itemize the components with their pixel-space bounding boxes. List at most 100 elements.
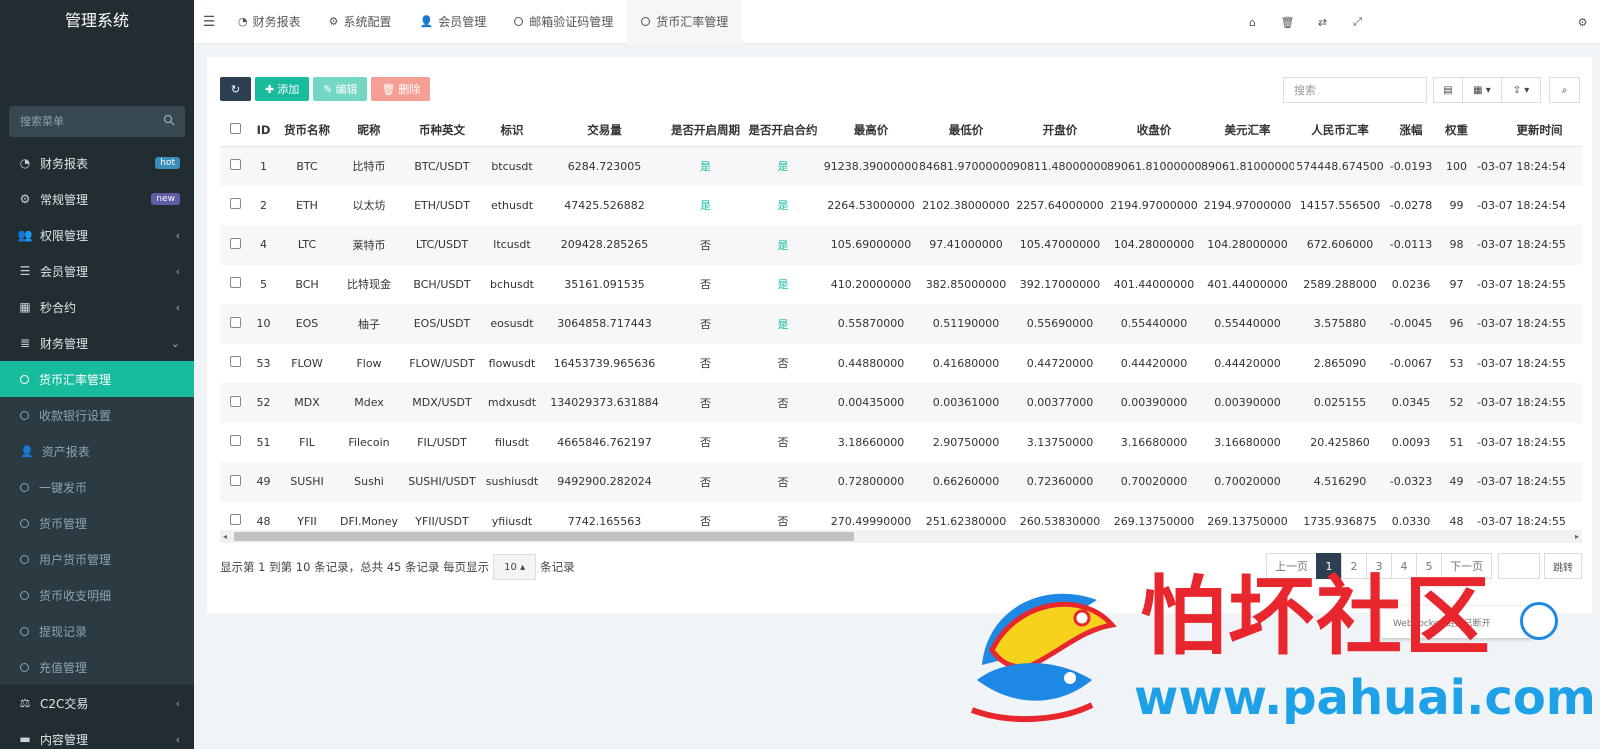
toggle-view-button[interactable]: ▤ [1433,77,1463,103]
tab-members[interactable]: 👤 会员管理 [406,0,501,44]
row-checkbox[interactable] [229,356,241,368]
column-header[interactable]: 最低价 [919,114,1013,147]
column-header[interactable]: 更新时间 [1477,114,1582,147]
tab-system-config[interactable]: ⚙ 系统配置 [315,0,406,44]
column-header[interactable]: 涨幅 [1386,114,1436,147]
column-header[interactable]: ID [250,114,277,147]
sidebar-item-finance[interactable]: ≣ 财务管理 ⌄ [0,325,194,361]
tab-finance-report[interactable]: ◔ 财务报表 [224,0,315,44]
scroll-right-icon[interactable]: ▸ [1575,532,1579,541]
sidebar-item-finance-report[interactable]: ◔ 财务报表 hot [0,145,194,181]
sidebar-item-asset-report[interactable]: 👤 资产报表 [0,433,194,469]
table-row[interactable]: 51 FIL Filecoin FIL/USDT filusdt 4665846.7621… [220,423,1582,463]
column-header[interactable]: 权重 [1436,114,1477,147]
sidebar-item-user-currency[interactable]: 用户货币管理 [0,541,194,577]
row-select-cell[interactable] [220,265,250,305]
page-size-select[interactable]: 10 ▴ [493,554,537,580]
sidebar-item-second-contract[interactable]: ▦ 秒合约 ‹ [0,289,194,325]
table-row[interactable]: 2 ETH 以太坊 ETH/USDT ethusdt 47425.526882 是 是 2264… [220,186,1582,226]
sidebar-item-general[interactable]: ⚙ 常规管理 new [0,181,194,217]
table-row[interactable]: 53 FLOW Flow FLOW/USDT flowusdt 16453739.9656… [220,344,1582,384]
row-select-cell[interactable] [220,186,250,226]
row-checkbox[interactable] [229,316,241,328]
column-header[interactable]: 开盘价 [1013,114,1107,147]
edit-button[interactable]: ✎ 编辑 [313,77,368,101]
column-header[interactable]: 最高价 [823,114,919,147]
column-header[interactable]: 美元汇率 [1201,114,1294,147]
column-header[interactable]: 交易量 [541,114,668,147]
table-row[interactable]: 49 SUSHI Sushi SUSHI/USDT sushiusdt 9492900.2… [220,462,1582,502]
table-row[interactable]: 52 MDX Mdex MDX/USDT mdxusdt 134029373.631884… [220,383,1582,423]
row-checkbox[interactable] [229,237,241,249]
columns-button[interactable]: ▦ ▾ [1462,77,1502,103]
table-cell: 2.90750000 [932,435,1000,449]
row-select-cell[interactable] [220,146,250,186]
sidebar-item-content[interactable]: ▬ 内容管理 ‹ [0,721,194,749]
column-header[interactable]: 昵称 [337,114,401,147]
table-row[interactable]: 10 EOS 柚子 EOS/USDT eosusdt 3064858.717443 否是 0.… [220,304,1582,344]
translate-icon[interactable]: ⇄ [1305,16,1340,29]
scrollbar-thumb[interactable] [234,532,854,541]
table-row[interactable]: 1 BTC 比特币 BTC/USDT btcusdt 6284.723005 是是 91238… [220,146,1582,186]
column-header[interactable]: 币种英文 [401,114,483,147]
delete-button[interactable]: 🗑 删除 [371,77,431,101]
tab-email-code[interactable]: 邮箱验证码管理 [500,0,627,44]
row-checkbox[interactable] [229,435,241,447]
refresh-icon: ↻ [230,82,241,96]
refresh-button[interactable]: ↻ [220,77,251,101]
sidebar-item-issue-coin[interactable]: 一键发币 [0,469,194,505]
tab-label: 财务报表 [252,15,301,29]
column-header[interactable]: 标识 [483,114,541,147]
select-all-cell[interactable] [220,114,250,147]
table-cell: 0.70020000 [1107,462,1201,502]
search-icon[interactable] [163,114,175,126]
sidebar-item-permissions[interactable]: 👥 权限管理 ‹ [0,217,194,253]
tab-exchange-rate[interactable]: 货币汇率管理 [627,0,743,44]
row-select-cell[interactable] [220,462,250,502]
sidebar-item-withdrawals[interactable]: 提现记录 [0,613,194,649]
row-checkbox[interactable] [229,159,241,170]
row-checkbox[interactable] [229,474,241,486]
row-checkbox[interactable] [229,277,241,289]
table-cell: -0.0193 [1386,146,1436,186]
table-search-input[interactable] [1283,77,1427,103]
column-header[interactable]: 收盘价 [1107,114,1201,147]
sidebar-item-currency-ledger[interactable]: 货币收支明细 [0,577,194,613]
row-select-cell[interactable] [220,225,250,265]
gears-icon[interactable]: ⚙ [1565,16,1600,29]
row-checkbox[interactable] [229,395,241,407]
row-checkbox[interactable] [229,198,241,210]
app-title[interactable]: 管理系统 [0,0,194,44]
table-row[interactable]: 5 BCH 比特现金 BCH/USDT bchusdt 35161.091535 否 是 410… [220,265,1582,305]
scroll-left-icon[interactable]: ◂ [223,532,227,541]
select-all-checkbox[interactable] [229,122,241,134]
home-icon[interactable]: ⌂ [1235,16,1270,29]
table-cell: -03-07 18:24:55 [1477,304,1582,344]
sidebar-item-bank-settings[interactable]: 收款银行设置 [0,397,194,433]
export-button[interactable]: ⇪ ▾ [1501,77,1541,103]
column-header[interactable]: 人民币汇率 [1294,114,1386,147]
horizontal-scrollbar[interactable]: ◂ ▸ [220,530,1582,543]
fullscreen-icon[interactable]: ⤢ [1340,15,1375,29]
sidebar-item-c2c[interactable]: ⚖ C2C交易 ‹ [0,685,194,721]
advanced-search-button[interactable]: ⌕ [1549,77,1580,103]
sidebar-item-deposits[interactable]: 充值管理 [0,649,194,685]
trash-icon[interactable]: 🗑 [1270,16,1305,29]
row-select-cell[interactable] [220,304,250,344]
sidebar-item-exchange-rate[interactable]: 货币汇率管理 [0,361,194,397]
column-header[interactable]: 货币名称 [277,114,337,147]
sidebar-item-currency[interactable]: 货币管理 [0,505,194,541]
column-header[interactable]: 是否开启周期 [668,114,743,147]
sidebar-item-members[interactable]: ☰ 会员管理 ‹ [0,253,194,289]
sidebar-search-input[interactable] [9,106,185,137]
database-icon: ≣ [19,336,31,350]
table-row[interactable]: 4 LTC 莱特币 LTC/USDT ltcusdt 209428.285265 否是 105… [220,225,1582,265]
add-button[interactable]: ✚ 添加 [255,77,310,101]
menu-toggle-icon[interactable]: ☰ [194,0,224,44]
row-select-cell[interactable] [220,383,250,423]
row-select-cell[interactable] [220,344,250,384]
row-select-cell[interactable] [220,423,250,463]
column-header[interactable]: 是否开启合约 [743,114,823,147]
table-cell: -0.0067 [1389,356,1433,370]
row-checkbox[interactable] [229,514,241,526]
